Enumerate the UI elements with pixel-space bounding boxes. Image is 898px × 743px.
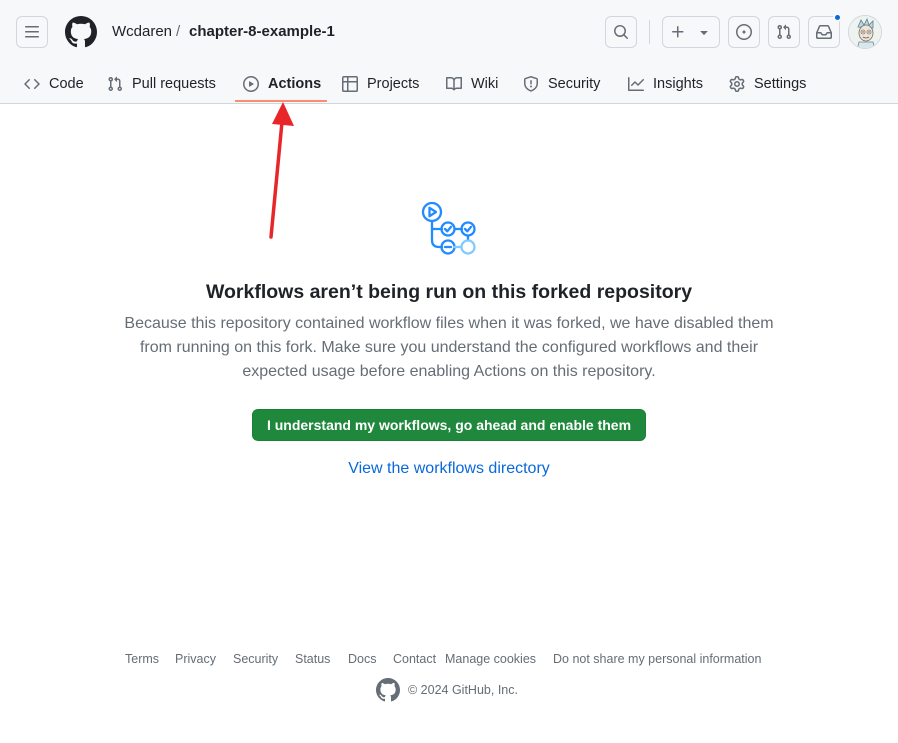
footer-link-manage-cookies[interactable]: Manage cookies	[445, 652, 536, 666]
hamburger-menu-button[interactable]	[16, 16, 48, 48]
annotation-arrow	[269, 102, 294, 239]
table-icon	[342, 76, 358, 92]
tab-security-label: Security	[548, 76, 601, 92]
header-divider	[649, 20, 650, 44]
footer-link-contact[interactable]: Contact	[393, 652, 436, 666]
pull-requests-button[interactable]	[768, 16, 800, 48]
tab-settings-label: Settings	[754, 76, 807, 92]
git-pull-request-icon	[108, 76, 123, 92]
tab-pull-requests-label: Pull requests	[132, 76, 216, 92]
code-icon	[24, 78, 40, 90]
play-icon	[243, 76, 259, 92]
description-line: from running on this fork. Make sure you…	[139, 339, 759, 356]
tab-actions[interactable]: Actions	[243, 64, 321, 104]
github-logo-icon[interactable]	[376, 678, 400, 702]
description-line: expected usage before enabling Actions o…	[242, 363, 656, 380]
tab-insights[interactable]: Insights	[628, 64, 703, 104]
page-title: Workflows aren’t being run on this forke…	[205, 281, 693, 303]
search-button[interactable]	[605, 16, 637, 48]
tab-projects[interactable]: Projects	[342, 64, 419, 104]
tab-code[interactable]: Code	[24, 64, 84, 104]
git-pull-request-icon	[777, 24, 792, 40]
workflows-directory-link-text[interactable]: View the workflows directory	[348, 460, 550, 477]
footer-link-privacy[interactable]: Privacy	[175, 652, 216, 666]
gear-icon	[729, 76, 745, 92]
copyright-text: © 2024 GitHub, Inc.	[408, 683, 518, 697]
footer-link-terms[interactable]: Terms	[125, 652, 159, 666]
enable-workflows-button[interactable]: I understand my workflows, go ahead and …	[252, 409, 646, 441]
footer-link-do-not-share[interactable]: Do not share my personal information	[553, 652, 761, 666]
tab-security[interactable]: Security	[523, 64, 600, 104]
footer-links: Terms Privacy Security Status Docs Conta…	[0, 652, 898, 668]
tab-code-label: Code	[49, 76, 84, 92]
issue-opened-icon	[736, 24, 752, 40]
plus-icon	[672, 26, 684, 38]
breadcrumb-owner[interactable]: Wcdaren	[112, 23, 172, 41]
issues-button[interactable]	[728, 16, 760, 48]
workflow-icon	[421, 201, 476, 255]
breadcrumb-repo[interactable]: chapter-8-example-1	[189, 23, 335, 41]
github-logo-icon[interactable]	[65, 16, 97, 48]
tab-actions-label: Actions	[268, 76, 322, 92]
repo-tabs: Code Pull requests Actions Projects Wiki…	[0, 64, 898, 104]
notification-indicator	[833, 13, 842, 22]
repo-header: Wcdaren / chapter-8-example-1 Code Pull …	[0, 0, 898, 104]
tab-wiki[interactable]: Wiki	[446, 64, 498, 104]
description-line: Because this repository contained workfl…	[124, 315, 774, 332]
footer-link-status[interactable]: Status	[295, 652, 330, 666]
avatar[interactable]	[848, 15, 882, 49]
shield-icon	[524, 76, 538, 92]
footer-link-security[interactable]: Security	[233, 652, 278, 666]
graph-icon	[628, 77, 644, 91]
book-icon	[446, 76, 462, 91]
tab-pull-requests[interactable]: Pull requests	[107, 64, 216, 104]
tab-settings[interactable]: Settings	[729, 64, 806, 104]
page-description: Because this repository contained workfl…	[110, 312, 788, 384]
avatar-image	[849, 16, 881, 48]
footer-copyright: © 2024 GitHub, Inc.	[376, 678, 518, 702]
search-icon	[614, 25, 629, 40]
tab-insights-label: Insights	[653, 76, 703, 92]
tab-projects-label: Projects	[367, 76, 420, 92]
footer-link-docs[interactable]: Docs	[348, 652, 376, 666]
breadcrumb-separator: /	[176, 23, 181, 40]
create-new-button[interactable]	[662, 16, 720, 48]
inbox-icon	[816, 25, 832, 39]
workflows-directory-link: View the workflows directory	[0, 460, 898, 478]
hamburger-icon	[25, 26, 39, 38]
tab-wiki-label: Wiki	[471, 76, 499, 92]
triangle-down-icon	[700, 31, 708, 35]
